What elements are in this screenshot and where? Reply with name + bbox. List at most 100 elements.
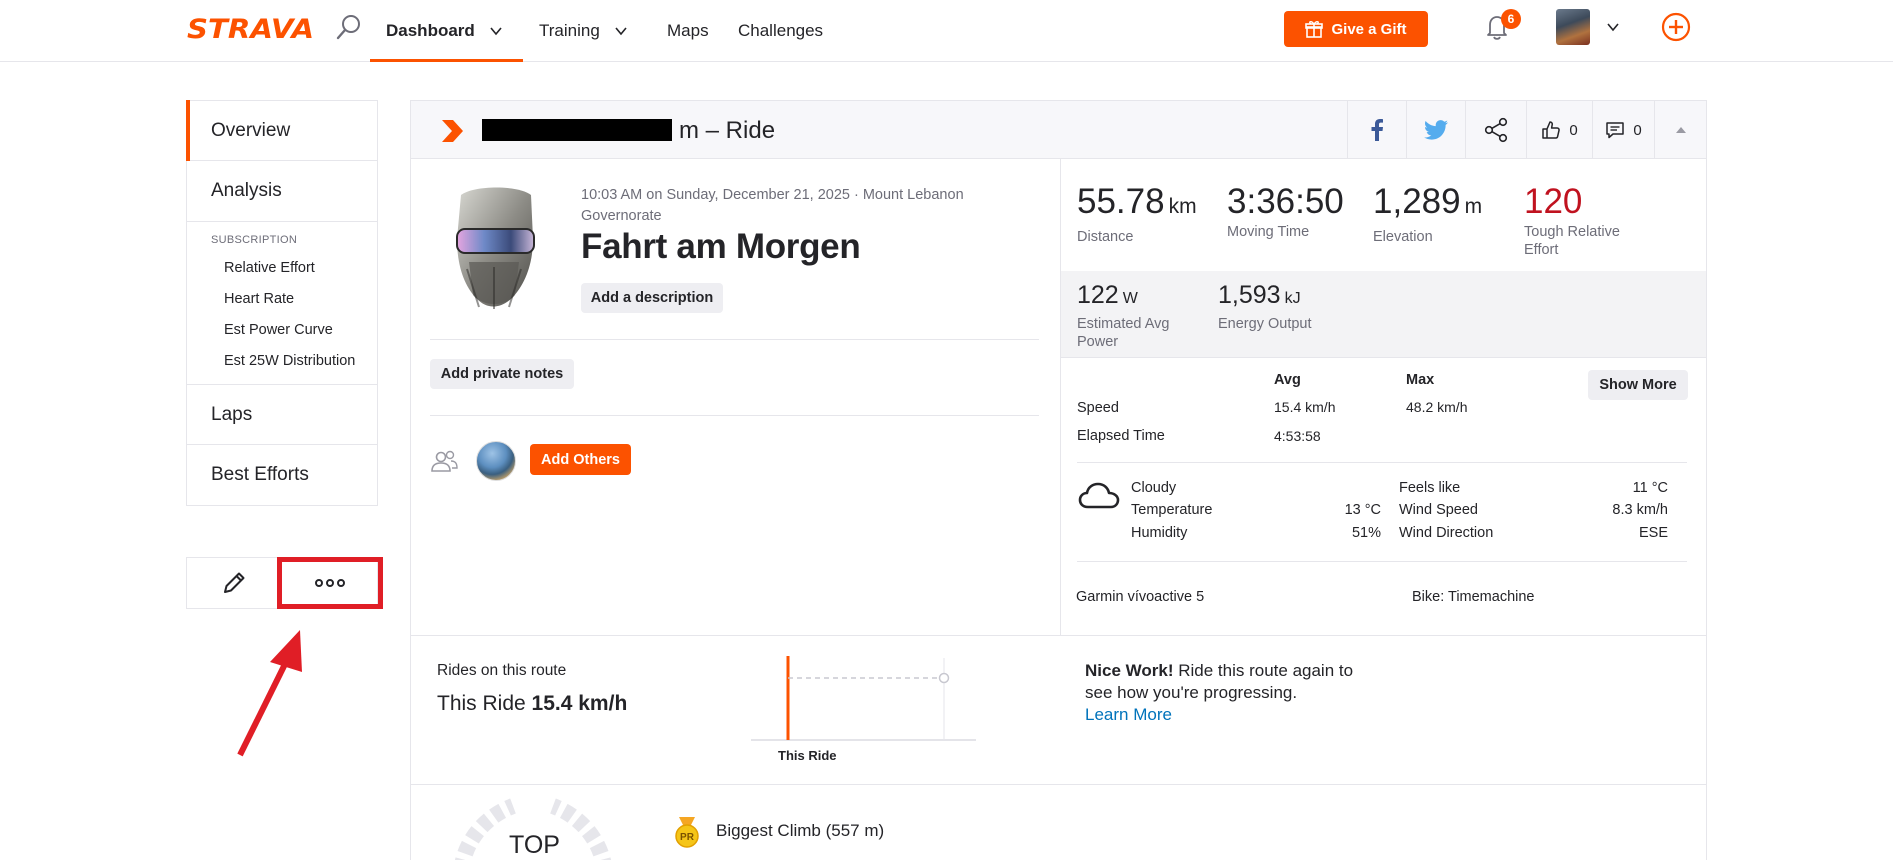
elapsed-time-value: 4:53:58 xyxy=(1274,428,1321,444)
nice-work-message: Nice Work! Ride this route again to see … xyxy=(1085,660,1385,726)
nav-dashboard-label: Dashboard xyxy=(386,21,475,40)
wind-speed-label: Wind Speed xyxy=(1399,502,1478,518)
this-ride-prefix: This Ride xyxy=(437,692,526,715)
elapsed-time-label: Elapsed Time xyxy=(1077,428,1165,444)
divider xyxy=(430,339,1039,340)
sidebar-item-est-25w-distribution[interactable]: Est 25W Distribution xyxy=(187,345,377,376)
chevron-down-icon xyxy=(615,27,627,36)
annotation-arrow-icon xyxy=(237,630,302,757)
distance-value: 55.78 xyxy=(1077,182,1165,221)
avg-power-unit: W xyxy=(1122,290,1138,307)
gift-icon xyxy=(1305,21,1324,38)
wind-direction-label: Wind Direction xyxy=(1399,525,1494,541)
activity-sidebar: Overview Analysis SUBSCRIPTION Relative … xyxy=(186,100,378,609)
top-badge-label: TOP xyxy=(509,831,560,859)
col-max-header: Max xyxy=(1406,372,1435,388)
thumbs-up-icon xyxy=(1542,121,1561,139)
device-name: Garmin vívoactive 5 xyxy=(1076,589,1205,605)
relative-effort-value: 120 xyxy=(1524,182,1583,221)
temperature-label: Temperature xyxy=(1131,502,1213,518)
activity-stats: 55.78 km Distance 3:36:50 Moving Time 1,2… xyxy=(1061,159,1706,635)
sidebar-item-overview[interactable]: Overview xyxy=(186,100,377,161)
stat-distance: 55.78 km Distance xyxy=(1077,183,1197,246)
avatar[interactable] xyxy=(1556,9,1590,45)
give-gift-label: Give a Gift xyxy=(1331,20,1407,38)
avg-power-value: 122 xyxy=(1077,281,1119,309)
elevation-value: 1,289 xyxy=(1373,182,1461,221)
route-comparison: Rides on this route This Ride 15.4 km/h … xyxy=(411,635,1706,785)
bike-name[interactable]: Bike: Timemachine xyxy=(1412,589,1535,605)
edit-activity-button[interactable] xyxy=(187,558,282,608)
comment-icon xyxy=(1606,122,1625,139)
humidity-label: Humidity xyxy=(1131,525,1188,541)
moving-time-label: Moving Time xyxy=(1227,224,1310,240)
show-more-button[interactable]: Show More xyxy=(1588,370,1688,400)
comment-button[interactable]: 0 xyxy=(1592,101,1654,159)
feels-like-label: Feels like xyxy=(1399,480,1461,496)
activity-name: Fahrt am Morgen xyxy=(581,227,861,266)
wind-speed-value: 8.3 km/h xyxy=(1612,502,1668,518)
give-gift-button[interactable]: Give a Gift xyxy=(1284,11,1428,47)
divider xyxy=(1077,462,1687,463)
twitter-share-button[interactable] xyxy=(1406,101,1465,159)
notification-badge: 6 xyxy=(1501,9,1521,29)
sidebar-item-est-power-curve[interactable]: Est Power Curve xyxy=(187,314,377,345)
route-chart: This Ride xyxy=(751,656,976,763)
facebook-share-button[interactable] xyxy=(1347,101,1406,159)
annotation-highlight-box xyxy=(277,557,383,609)
avg-power-label: Estimated Avg Power xyxy=(1077,316,1170,350)
sidebar-item-relative-effort[interactable]: Relative Effort xyxy=(187,252,377,283)
ride-chevron-icon xyxy=(442,120,463,142)
athlete-avatar[interactable] xyxy=(449,187,539,312)
humidity-value: 51% xyxy=(1351,525,1381,541)
nav-maps[interactable]: Maps xyxy=(667,0,709,62)
sidebar-item-analysis[interactable]: Analysis xyxy=(187,161,377,221)
energy-label: Energy Output xyxy=(1218,316,1312,332)
strava-logo[interactable]: STRAVA xyxy=(187,14,314,45)
kudos-count: 0 xyxy=(1569,121,1578,139)
nav-training[interactable]: Training xyxy=(539,0,628,62)
learn-more-link[interactable]: Learn More xyxy=(1085,705,1172,724)
page-title: m – Ride xyxy=(679,117,776,144)
nice-work-bold: Nice Work! xyxy=(1085,661,1174,680)
chevron-down-icon[interactable] xyxy=(1606,20,1620,34)
activity-meta: 10:03 AM on Sunday, December 21, 2025 · … xyxy=(581,187,964,224)
energy-unit: kJ xyxy=(1284,290,1301,307)
activity-panel: m – Ride 0 0 10:03 AM on Sunday, Decembe… xyxy=(410,100,1707,860)
activity-summary: 10:03 AM on Sunday, December 21, 2025 · … xyxy=(411,159,1061,635)
wind-direction-value: ESE xyxy=(1638,525,1668,541)
stat-relative-effort[interactable]: 120 Tough Relative Effort xyxy=(1524,183,1644,259)
svg-text:PR: PR xyxy=(680,832,695,843)
share-button[interactable] xyxy=(1465,101,1526,159)
elevation-label: Elevation xyxy=(1373,229,1433,245)
pr-medal-icon: PR xyxy=(675,817,699,848)
feels-like-value: 11 °C xyxy=(1632,480,1668,496)
distance-unit: km xyxy=(1168,195,1197,218)
speed-label: Speed xyxy=(1077,400,1119,416)
chevron-down-icon xyxy=(490,27,502,36)
facebook-icon xyxy=(1371,119,1383,141)
collapse-button[interactable] xyxy=(1654,101,1706,159)
stat-avg-power: 122 W Estimated Avg Power xyxy=(1077,281,1187,351)
stat-elevation: 1,289 m Elevation xyxy=(1373,183,1482,246)
kudos-button[interactable]: 0 xyxy=(1526,101,1592,159)
add-description-button[interactable]: Add a description xyxy=(581,283,723,313)
sidebar-item-best-efforts[interactable]: Best Efforts xyxy=(187,445,377,505)
subscription-heading: SUBSCRIPTION xyxy=(211,234,298,246)
sidebar-item-heart-rate[interactable]: Heart Rate xyxy=(187,283,377,314)
group-member-avatar[interactable] xyxy=(476,441,516,481)
plus-circle-icon[interactable] xyxy=(1661,12,1691,42)
nav-challenges[interactable]: Challenges xyxy=(738,0,823,62)
cloud-icon xyxy=(1078,482,1120,509)
route-heading: Rides on this route xyxy=(437,662,567,679)
subscription-section: SUBSCRIPTION Relative Effort Heart Rate … xyxy=(187,221,377,385)
chart-label: This Ride xyxy=(778,748,837,763)
add-others-button[interactable]: Add Others xyxy=(530,444,631,475)
stat-energy: 1,593 kJ Energy Output xyxy=(1218,281,1312,333)
elevation-unit: m xyxy=(1464,195,1483,218)
search-icon[interactable] xyxy=(334,12,364,42)
add-private-notes-button[interactable]: Add private notes xyxy=(430,359,574,389)
nav-dashboard[interactable]: Dashboard xyxy=(386,0,503,62)
sidebar-item-laps[interactable]: Laps xyxy=(187,385,377,445)
distance-label: Distance xyxy=(1077,229,1134,245)
